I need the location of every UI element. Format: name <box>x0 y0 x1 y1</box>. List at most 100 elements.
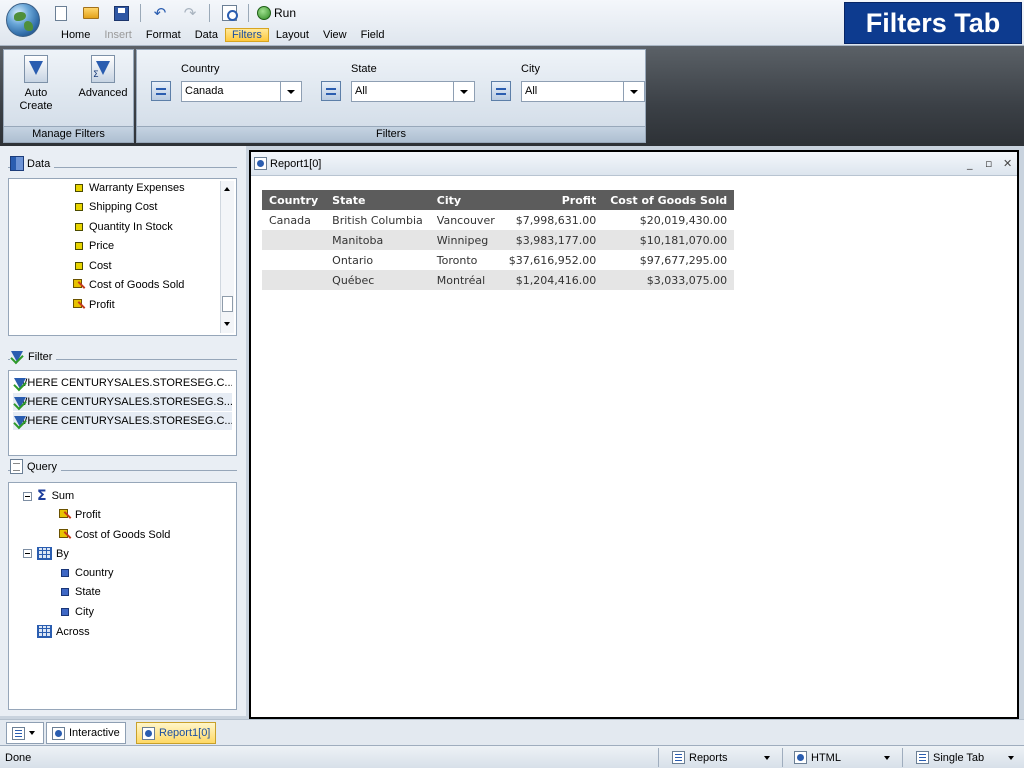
report-icon <box>142 726 155 740</box>
calculated-field-icon <box>72 298 86 312</box>
table-cell: Ontario <box>332 253 374 267</box>
city-filter-dropdown[interactable] <box>624 81 645 102</box>
table-cell: $97,677,295.00 <box>639 253 728 267</box>
field-price[interactable]: Price <box>75 240 114 252</box>
filter-panel-title: Filter <box>10 349 57 364</box>
tab-mode-dropdown[interactable]: Single Tab <box>916 749 1016 766</box>
menu-layout[interactable]: Layout <box>269 28 316 42</box>
field-icon <box>75 184 83 192</box>
field-profit[interactable]: Profit <box>72 298 115 312</box>
scroll-thumb[interactable] <box>222 296 233 312</box>
ribbon: Auto Create Advanced Manage Filters Coun… <box>0 46 1024 146</box>
menu-data[interactable]: Data <box>188 28 225 42</box>
query-by-field-country[interactable]: Country <box>61 567 114 579</box>
table-row: Canada British Columbia Vancouver $7,998… <box>262 210 734 230</box>
query-sum-node[interactable]: Σ Sum <box>23 489 74 503</box>
query-by-field-city[interactable]: City <box>61 606 94 618</box>
restore-icon[interactable]: ▫ <box>985 157 992 170</box>
field-quantity-in-stock[interactable]: Quantity In Stock <box>75 221 173 233</box>
tab-interactive[interactable]: Interactive <box>46 722 126 744</box>
table-row: Ontario Toronto $37,616,952.00 $97,677,2… <box>262 250 734 270</box>
table-cell <box>262 250 325 270</box>
scroll-up-icon[interactable] <box>224 187 230 191</box>
country-filter-select[interactable]: Canada <box>181 81 281 102</box>
menu-view[interactable]: View <box>316 28 354 42</box>
scroll-down-icon[interactable] <box>224 322 230 326</box>
collapse-icon[interactable] <box>23 549 32 558</box>
filter-list: WHERE CENTURYSALES.STORESEG.C... WHERE C… <box>8 370 237 456</box>
reports-dropdown[interactable]: Reports <box>672 749 772 766</box>
state-filter-dropdown[interactable] <box>454 81 475 102</box>
city-filter-options-icon[interactable] <box>491 81 511 101</box>
close-icon[interactable]: ✕ <box>1003 157 1012 170</box>
menu-bar: Home Insert Format Data Filters Layout V… <box>54 26 391 44</box>
tab-report1-label: Report1[0] <box>159 727 211 739</box>
chevron-down-icon <box>29 731 35 735</box>
filter-item[interactable]: WHERE CENTURYSALES.STORESEG.C... <box>13 374 232 392</box>
redo-button[interactable]: ↷ <box>179 3 201 23</box>
state-filter-select[interactable]: All <box>351 81 454 102</box>
tab-interactive-label: Interactive <box>69 727 120 739</box>
undo-button[interactable]: ↶ <box>149 3 171 23</box>
menu-home[interactable]: Home <box>54 28 97 42</box>
field-warranty-expenses[interactable]: Warranty Expenses <box>75 182 185 194</box>
open-button[interactable] <box>80 3 102 23</box>
data-list-scrollbar[interactable] <box>220 181 234 333</box>
field-cost[interactable]: Cost <box>75 260 112 272</box>
advanced-funnel-icon <box>91 55 115 83</box>
menu-filters[interactable]: Filters <box>224 28 269 42</box>
auto-create-button[interactable]: Auto Create <box>11 55 61 113</box>
chevron-down-icon <box>764 756 770 760</box>
table-row: Québec Montréal $1,204,416.00 $3,033,075… <box>262 270 735 290</box>
save-button[interactable] <box>110 3 132 23</box>
collapse-icon[interactable] <box>23 491 32 501</box>
column-header[interactable]: Profit <box>501 190 604 210</box>
report-title-bar: Report1[0] _ ▫ ✕ <box>251 152 1017 176</box>
country-filter-dropdown[interactable] <box>281 81 302 102</box>
table-row: Manitoba Winnipeg $3,983,177.00 $10,181,… <box>262 230 735 250</box>
table-cell: $3,983,177.00 <box>501 230 604 250</box>
field-shipping-cost[interactable]: Shipping Cost <box>75 201 158 213</box>
field-cost-of-goods-sold[interactable]: Cost of Goods Sold <box>72 278 184 292</box>
chevron-down-icon <box>287 89 295 94</box>
output-format-dropdown[interactable]: HTML <box>794 749 892 766</box>
calculated-field-icon <box>58 528 72 542</box>
run-button[interactable]: Run <box>257 6 296 20</box>
menu-field[interactable]: Field <box>354 28 392 42</box>
advanced-button[interactable]: Advanced <box>72 55 134 100</box>
chevron-down-icon <box>630 89 638 94</box>
filter-item[interactable]: WHERE CENTURYSALES.STORESEG.S... <box>13 393 232 411</box>
query-by-node[interactable]: By <box>23 547 69 560</box>
toolbar-separator <box>209 4 210 22</box>
calculated-field-icon <box>58 508 72 522</box>
country-filter-options-icon[interactable] <box>151 81 171 101</box>
window-list-button[interactable] <box>6 722 44 744</box>
query-sum-field-profit[interactable]: Profit <box>58 508 101 522</box>
query-sum-field-cogs[interactable]: Cost of Goods Sold <box>58 528 170 542</box>
tab-report1[interactable]: Report1[0] <box>136 722 217 744</box>
minimize-icon[interactable]: _ <box>967 157 973 170</box>
column-header[interactable]: State <box>325 190 430 210</box>
filters-tab-banner: Filters Tab <box>844 2 1022 44</box>
auto-create-funnel-icon <box>24 55 48 83</box>
status-separator <box>902 748 903 767</box>
new-button[interactable] <box>50 3 72 23</box>
menu-format[interactable]: Format <box>139 28 188 42</box>
field-icon <box>75 223 83 231</box>
field-label: Cost <box>89 260 112 272</box>
query-across-node[interactable]: Across <box>37 625 90 638</box>
filter-item[interactable]: WHERE CENTURYSALES.STORESEG.C... <box>13 412 232 430</box>
state-filter-options-icon[interactable] <box>321 81 341 101</box>
column-header[interactable]: City <box>429 190 502 210</box>
app-globe-icon[interactable] <box>6 3 40 37</box>
title-bar: ↶ ↷ Run Home Insert Format Data Filters … <box>0 0 1024 46</box>
status-bar: Done Reports HTML Single Tab <box>0 745 1024 768</box>
city-filter-select[interactable]: All <box>521 81 624 102</box>
query-by-field-state[interactable]: State <box>61 586 101 598</box>
query-field-label: City <box>75 606 94 618</box>
toolbar-separator <box>140 4 141 22</box>
column-header[interactable]: Cost of Goods Sold <box>603 190 735 210</box>
column-header[interactable]: Country <box>262 190 326 210</box>
preview-button[interactable] <box>218 3 240 23</box>
chevron-down-icon <box>1008 756 1014 760</box>
